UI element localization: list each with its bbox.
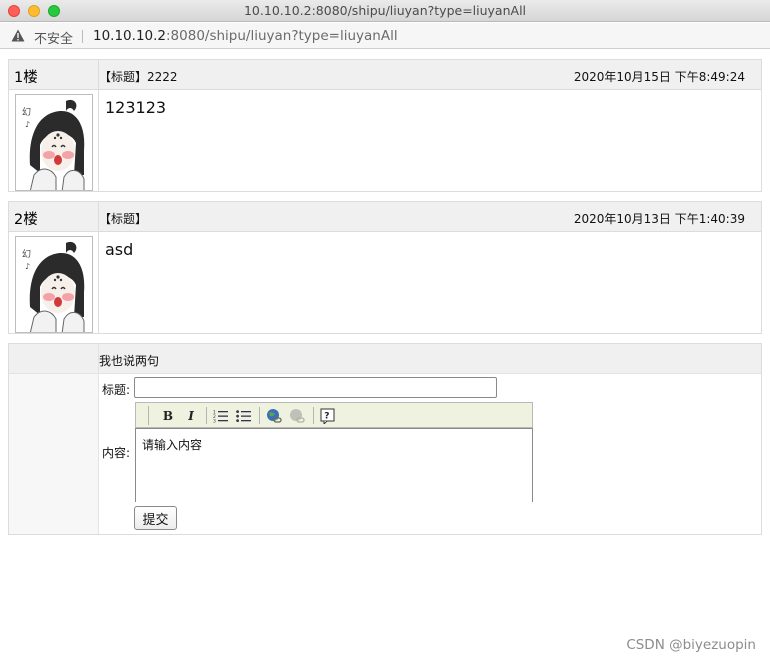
title-input[interactable] [134,377,497,398]
submit-button[interactable]: 提交 [134,506,177,530]
avatar-illustration-icon: 幻 ♪ [16,95,92,190]
message-post: 2楼 【标题】 2020年10月13日 下午1:40:39 幻 ♪ asd [8,201,762,334]
svg-text:3: 3 [213,419,216,424]
watermark: CSDN @biyezuopin [626,637,756,653]
editor-toolbar: B I 1 2 3 ? [135,402,533,428]
remove-link-icon[interactable] [288,407,306,425]
post-content: asd [105,240,134,259]
reply-body: 标题: 内容: B I 1 2 3 ? 请输入内容 提交 [9,374,761,534]
post-header: 2楼 【标题】 2020年10月13日 下午1:40:39 [9,202,761,232]
content-label: 内容: [102,446,131,460]
message-board: 1楼 【标题】2222 2020年10月15日 下午8:49:24 幻 ♪ 12… [8,59,762,535]
svg-text:?: ? [324,412,329,422]
svg-text:幻: 幻 [22,106,31,118]
reply-header-spacer [9,344,99,374]
reply-form: 我也说两句 标题: 内容: B I 1 2 3 ? 请输入内容 提交 [8,343,762,535]
avatar: 幻 ♪ [15,236,93,333]
avatar: 幻 ♪ [15,94,93,191]
window-title: 10.10.10.2:8080/shipu/liuyan?type=liuyan… [243,3,527,18]
post-header: 1楼 【标题】2222 2020年10月15日 下午8:49:24 [9,60,761,90]
svg-text:幻: 幻 [22,248,31,260]
post-date: 2020年10月13日 下午1:40:39 [573,212,745,226]
content-textarea[interactable]: 请输入内容 [135,428,533,502]
avatar-cell: 幻 ♪ [9,232,99,333]
post-title: 【标题】2222 [99,70,178,84]
rich-text-editor: B I 1 2 3 ? 请输入内容 [135,402,533,502]
toolbar-grip [148,406,149,425]
address-separator [82,30,83,43]
toolbar-separator [313,407,314,424]
italic-icon[interactable]: I [182,407,200,425]
post-content: 123123 [105,98,167,117]
message-post: 1楼 【标题】2222 2020年10月15日 下午8:49:24 幻 ♪ 12… [8,59,762,192]
avatar-cell: 幻 ♪ [9,90,99,191]
ordered-list-icon[interactable]: 1 2 3 [212,407,230,425]
url-path: :8080/shipu/liuyan?type=liuyanAll [166,28,398,44]
warning-icon [11,29,25,42]
toolbar-separator [206,407,207,424]
url-text[interactable]: 10.10.10.2:8080/shipu/liuyan?type=liuyan… [93,28,398,44]
toolbar-separator [259,407,260,424]
post-title: 【标题】 [99,212,148,226]
reply-header: 我也说两句 [9,344,761,374]
bold-icon[interactable]: B [159,407,177,425]
svg-text:♪: ♪ [25,262,30,271]
post-body: 幻 ♪ 123123 [9,90,761,191]
floor-number: 2楼 [9,202,99,232]
post-date: 2020年10月15日 下午8:49:24 [573,70,745,84]
post-body: 幻 ♪ asd [9,232,761,333]
reply-side-cell [9,374,99,534]
reply-heading: 我也说两句 [99,354,160,368]
help-icon[interactable]: ? [319,407,337,425]
window-titlebar: 10.10.10.2:8080/shipu/liuyan?type=liuyan… [0,0,770,22]
avatar-illustration-icon: 幻 ♪ [16,237,92,332]
address-bar[interactable]: 不安全 10.10.10.2:8080/shipu/liuyan?type=li… [0,23,770,49]
title-label: 标题: [102,383,131,397]
floor-number: 1楼 [9,60,99,90]
svg-text:♪: ♪ [25,120,30,129]
url-host: 10.10.10.2 [93,28,166,44]
security-label[interactable]: 不安全 [34,28,73,47]
unordered-list-icon[interactable] [235,407,253,425]
insert-link-icon[interactable] [265,407,283,425]
